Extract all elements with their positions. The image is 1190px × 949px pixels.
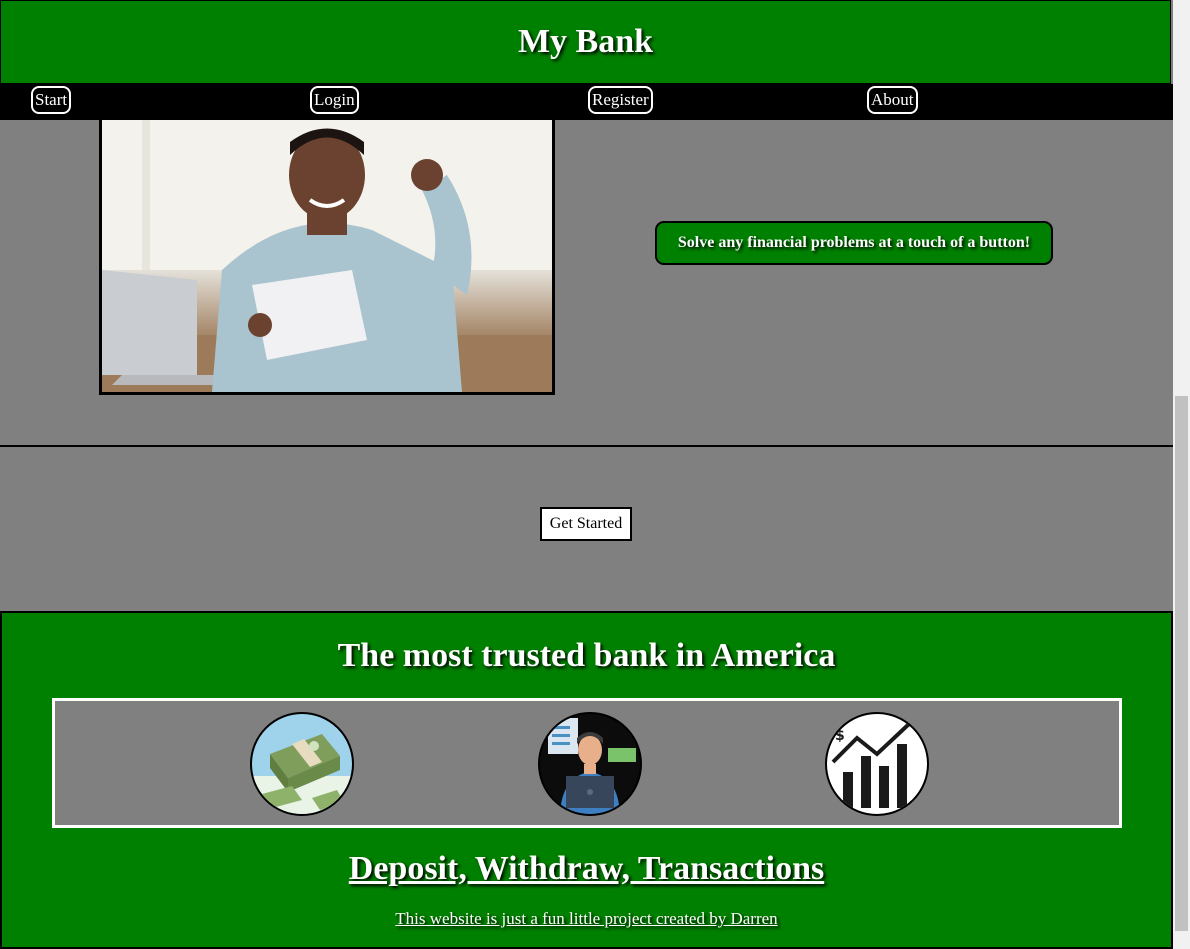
page-scrollbar[interactable] xyxy=(1173,0,1190,949)
get-started-button[interactable]: Get Started xyxy=(540,507,632,541)
money-stack-icon xyxy=(250,712,354,816)
nav-bar: Start Login Register About xyxy=(0,84,1173,120)
tagline-banner: Solve any financial problems at a touch … xyxy=(655,221,1053,265)
scroll-thumb[interactable] xyxy=(1175,396,1188,931)
footer: The most trusted bank in America $ Depos… xyxy=(0,611,1173,949)
site-title: My Bank xyxy=(517,23,654,60)
hero-photo xyxy=(99,120,555,395)
svg-text:$: $ xyxy=(835,728,845,744)
nav-login-button[interactable]: Login xyxy=(310,86,359,114)
feature-icons-panel: $ xyxy=(52,698,1122,828)
banker-laptop-icon xyxy=(538,712,642,816)
footer-heading: The most trusted bank in America xyxy=(337,637,836,674)
site-header: My Bank xyxy=(0,0,1171,84)
services-link[interactable]: Deposit, Withdraw, Transactions xyxy=(2,848,1171,890)
nav-start-button[interactable]: Start xyxy=(31,86,72,114)
growth-chart-icon: $ xyxy=(825,712,929,816)
nav-register-button[interactable]: Register xyxy=(588,86,653,114)
nav-about-button[interactable]: About xyxy=(867,86,918,114)
section-divider xyxy=(0,445,1173,447)
credit-link[interactable]: This website is just a fun little projec… xyxy=(2,909,1171,929)
